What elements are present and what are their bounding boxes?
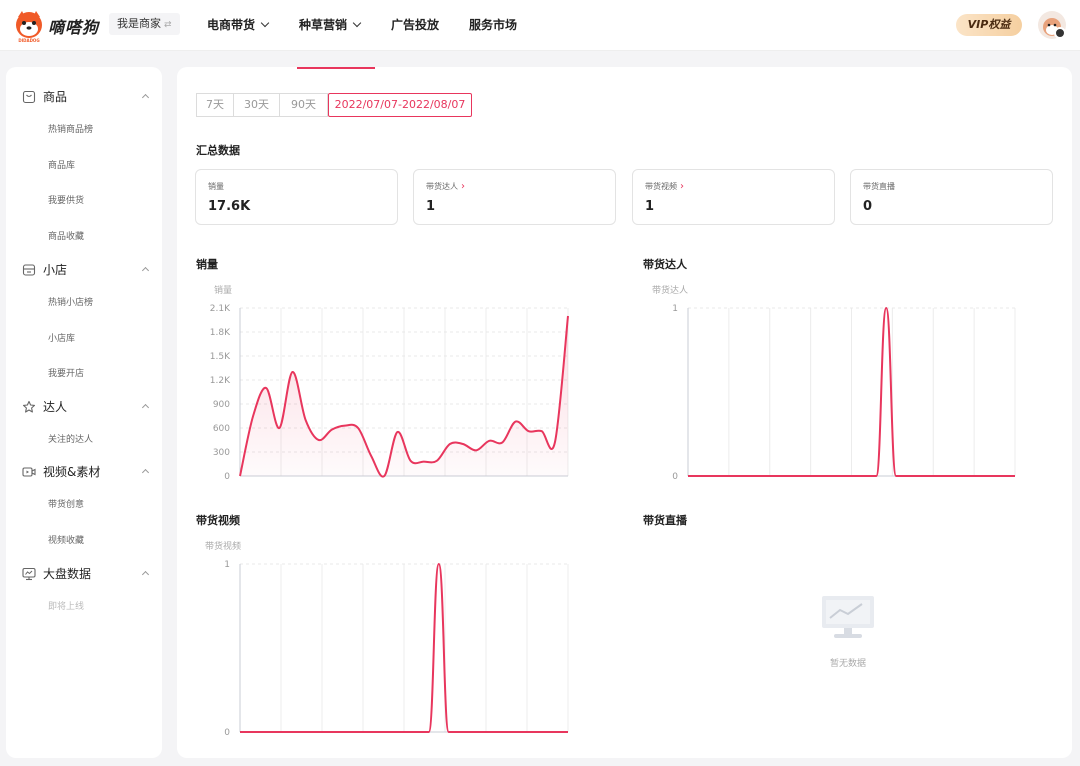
chevron-up-icon[interactable] [141,570,150,579]
video-icon [22,466,36,477]
y-tick-label: 900 [213,400,230,410]
star-user-icon [22,400,36,413]
date-range-picker[interactable]: 2022/07/07-2022/08/07 [328,93,472,117]
nav-service-market[interactable]: 服务市场 [469,16,517,33]
sidebar-section-label: 小店 [43,263,68,277]
chart-title-videos: 带货视频 [196,514,240,527]
card-value: 0 [863,199,873,214]
chart-svg: 带货达人 0 1 [652,284,1016,482]
card-label: 带货视频 › [645,181,684,192]
sidebar-item-video-favorites[interactable]: 视频收藏 [48,533,84,546]
sidebar-section-label: 视频&素材 [43,465,101,479]
monitor-icon [22,567,36,580]
y-tick-label: 600 [213,424,230,434]
top-bar: DIDADOG 嘀嗒狗 我是商家 ⇄ 电商带货 种草营销 广告投放 服务市场 VI… [0,0,1080,51]
merchant-switch-button[interactable]: 我是商家 ⇄ [109,13,180,35]
y-tick-label: 1 [672,304,678,314]
sidebar-item-coming-soon: 即将上线 [48,602,85,612]
chevron-right-icon[interactable]: › [461,181,465,192]
sidebar-section-label: 达人 [43,400,68,414]
summary-card-live: 带货直播 0 [850,169,1053,225]
y-tick-label: 300 [213,448,230,458]
date-tab-90d[interactable]: 90天 [279,93,328,117]
sidebar-section-label: 大盘数据 [43,567,92,581]
nav-ads[interactable]: 广告投放 [391,16,439,33]
sidebar-item-hot-goods[interactable]: 热销商品榜 [48,122,93,135]
nav-label: 服务市场 [469,18,518,32]
y-tick-label: 1.2K [210,376,231,386]
sidebar-section-video[interactable]: 视频&素材 [22,463,100,480]
y-axis-label: 带货视频 [205,540,241,552]
sidebar-item-creative[interactable]: 带货创意 [48,497,84,510]
card-label: 带货达人 › [426,181,465,192]
brand-name[interactable]: 嘀嗒狗 [48,14,99,38]
sidebar: 商品 热销商品榜 商品库 我要供货 商品收藏 小店 热销小店榜 小店库 我要开店… [6,67,162,758]
date-tab-30d[interactable]: 30天 [233,93,280,117]
y-tick-label: 1 [224,560,230,570]
avatar-badge-icon [1054,27,1066,39]
chevron-right-icon[interactable]: › [680,181,684,192]
y-axis-label: 销量 [214,284,232,296]
chevron-up-icon[interactable] [141,403,150,412]
empty-chart-icon [822,596,874,638]
chevron-up-icon[interactable] [141,266,150,275]
sidebar-section-label: 商品 [43,90,68,104]
chart-title-influencers: 带货达人 [643,258,687,271]
sidebar-item-supply[interactable]: 我要供货 [48,193,84,206]
store-icon [22,263,36,276]
empty-state-text: 暂无数据 [829,659,866,669]
sidebar-item-goods-library[interactable]: 商品库 [48,158,75,171]
nav-ecommerce[interactable]: 电商带货 [207,16,270,33]
merchant-label: 我是商家 [117,17,161,30]
chevron-down-icon [352,18,362,28]
y-axis-label: 带货达人 [652,284,688,296]
chevron-up-icon[interactable] [141,93,150,102]
sidebar-item-followed-influencers[interactable]: 关注的达人 [48,432,93,445]
chevron-up-icon[interactable] [141,468,150,477]
y-tick-label: 2.1K [210,304,231,314]
influencer-chart[interactable]: 带货达人 0 1 [643,278,1023,484]
sales-chart[interactable]: 销量 0 300 600 900 1.2K 1.5K 1.8K 2.1K [196,278,576,484]
y-tick-label: 0 [224,728,230,738]
card-label: 带货直播 [863,182,895,191]
summary-title: 汇总数据 [196,144,240,157]
chevron-down-icon [260,18,270,28]
sidebar-item-goods-favorites[interactable]: 商品收藏 [48,229,84,242]
chart-svg: 销量 0 300 600 900 1.2K 1.5K 1.8K 2.1K [210,284,569,482]
date-tab-7d[interactable]: 7天 [196,93,234,117]
summary-card-sales: 销量 17.6K [195,169,398,225]
nav-seeding-marketing[interactable]: 种草营销 [299,16,362,33]
y-tick-label: 1.5K [210,352,231,362]
sidebar-section-goods[interactable]: 商品 [22,88,67,105]
vip-button[interactable]: VIP权益 [956,14,1022,36]
nav-label: 广告投放 [391,18,440,32]
svg-text:DIDADOG: DIDADOG [18,38,39,43]
y-tick-label: 0 [672,472,678,482]
card-label: 销量 [208,182,224,191]
bag-icon [22,90,36,103]
card-value: 1 [426,199,436,214]
logo-icon[interactable]: DIDADOG [12,9,46,43]
video-chart[interactable]: 带货视频 0 1 [196,534,576,740]
y-tick-label: 0 [224,472,230,482]
summary-card-videos[interactable]: 带货视频 › 1 [632,169,835,225]
y-tick-label: 1.8K [210,328,231,338]
card-value: 17.6K [208,199,251,214]
swap-icon: ⇄ [164,20,172,30]
sidebar-item-open-store[interactable]: 我要开店 [48,366,84,379]
sidebar-section-influencer[interactable]: 达人 [22,398,67,415]
nav-label: 种草营销 [299,18,348,32]
sidebar-item-store-library[interactable]: 小店库 [48,331,75,344]
card-value: 1 [645,199,655,214]
nav-label: 电商带货 [207,18,256,32]
chart-title-live: 带货直播 [643,514,687,527]
sidebar-item-hot-stores[interactable]: 热销小店榜 [48,295,93,308]
chart-svg: 带货视频 0 1 [205,540,569,738]
sidebar-section-store[interactable]: 小店 [22,261,67,278]
active-tab-indicator [297,67,375,69]
chart-title-sales: 销量 [196,258,218,271]
sidebar-section-market-data[interactable]: 大盘数据 [22,565,91,582]
summary-card-influencers[interactable]: 带货达人 › 1 [413,169,616,225]
